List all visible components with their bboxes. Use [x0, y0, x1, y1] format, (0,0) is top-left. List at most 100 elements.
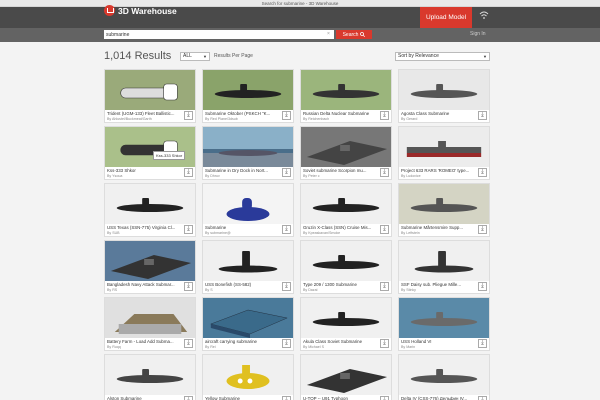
download-icon[interactable]: ⤓	[282, 396, 291, 400]
model-card[interactable]: Battery Farm - Load Add Subma... By Ruqq ⤓	[104, 297, 196, 351]
model-title[interactable]: USS Holland VI	[401, 339, 477, 344]
model-thumbnail[interactable]	[399, 355, 489, 395]
model-author[interactable]: By Gerard	[401, 117, 477, 121]
download-icon[interactable]: ⤓	[478, 225, 487, 234]
model-author[interactable]: By Reichenbach	[303, 117, 379, 121]
download-icon[interactable]: ⤓	[380, 282, 389, 291]
download-icon[interactable]: ⤓	[380, 339, 389, 348]
download-icon[interactable]: ⤓	[282, 225, 291, 234]
download-icon[interactable]: ⤓	[282, 339, 291, 348]
download-icon[interactable]: ⤓	[478, 168, 487, 177]
model-thumbnail[interactable]	[203, 127, 293, 167]
sort-select[interactable]: Sort by Relevance ▼	[395, 52, 490, 61]
model-title[interactable]: USS Texas (SSN-775) Virginia Cl...	[107, 225, 183, 230]
model-thumbnail[interactable]	[203, 355, 293, 395]
download-icon[interactable]: ⤓	[380, 111, 389, 120]
model-title[interactable]: Akula Class Soviet Submarine	[303, 339, 379, 344]
download-icon[interactable]: ⤓	[478, 111, 487, 120]
model-title[interactable]: SSF Daisy sub. Pliegue Mille...	[401, 282, 477, 287]
model-card[interactable]: Akula Class Soviet Submarine By Michael S…	[300, 297, 392, 351]
model-author[interactable]: By Ahlustel/Buckmeat/Garth	[107, 117, 183, 121]
model-title[interactable]: Submarine in Dry Dock in Nort...	[205, 168, 281, 173]
download-icon[interactable]: ⤓	[478, 282, 487, 291]
model-thumbnail[interactable]	[105, 241, 195, 281]
model-author[interactable]: By Michael S	[303, 345, 379, 349]
model-thumbnail[interactable]	[399, 70, 489, 110]
model-title[interactable]: Submarine	[205, 225, 281, 230]
model-card[interactable]: Trident (UGM-133) Fleet Ballistic... By A…	[104, 69, 196, 123]
model-thumbnail[interactable]	[105, 355, 195, 395]
model-card[interactable]: USS Holland VI By Marin ⤓	[398, 297, 490, 351]
model-thumbnail[interactable]	[301, 241, 391, 281]
model-title[interactable]: Type 209 / 1300 Submarine	[303, 282, 379, 287]
model-card[interactable]: USS Bonefish (SS-582) By S ⤓	[202, 240, 294, 294]
sign-in-link[interactable]: Sign In	[470, 30, 486, 39]
site-logo[interactable]: 3D Warehouse	[104, 4, 177, 17]
search-button[interactable]: Search	[336, 30, 372, 39]
model-thumbnail[interactable]	[399, 127, 489, 167]
download-icon[interactable]: ⤓	[184, 225, 193, 234]
model-card[interactable]: USS Texas (SSN-775) Virginia Cl... By SUB…	[104, 183, 196, 237]
download-icon[interactable]: ⤓	[380, 168, 389, 177]
model-title[interactable]: Russian Delta Nuclear Submarine	[303, 111, 379, 116]
model-author[interactable]: By Ysoua	[107, 174, 183, 178]
model-title[interactable]: Delta IV (CSS-776) Дельфин IV...	[401, 396, 477, 400]
model-title[interactable]: Gruzin X-Class (SSN) Cruise Mis...	[303, 225, 379, 230]
model-title[interactable]: Trident (UGM-133) Fleet Ballistic...	[107, 111, 183, 116]
model-author[interactable]: By Peter c	[303, 174, 379, 178]
model-card[interactable]: Delta IV (CSS-776) Дельфин IV...By Thea⤓	[398, 354, 490, 400]
model-card[interactable]: Gruzin X-Class (SSN) Cruise Mis... By Kpe…	[300, 183, 392, 237]
model-thumbnail[interactable]	[203, 241, 293, 281]
model-card[interactable]: Alston SubmarineBy Tycoon2⤓	[104, 354, 196, 400]
model-card[interactable]: aircraft carrying submarine By Rei ⤓	[202, 297, 294, 351]
download-icon[interactable]: ⤓	[478, 396, 487, 400]
model-card[interactable]: Project 633 RARS 'ROMEO' type... By Ludov…	[398, 126, 490, 180]
model-card[interactable]: Kss-333 Shkor Kss-333 Shkor By Ysoua ⤓	[104, 126, 196, 180]
model-card[interactable]: SSF Daisy sub. Pliegue Mille... By Stinky…	[398, 240, 490, 294]
model-author[interactable]: By Rei	[205, 345, 281, 349]
model-thumbnail[interactable]	[203, 298, 293, 338]
model-author[interactable]: By Red Plane/3dsub	[205, 117, 281, 121]
model-title[interactable]: Yellow Submarine	[205, 396, 281, 400]
download-icon[interactable]: ⤓	[184, 396, 193, 400]
model-title[interactable]: Alston Submarine	[107, 396, 183, 400]
model-author[interactable]: By Ludovice	[401, 174, 477, 178]
clear-search-icon[interactable]: ×	[327, 30, 335, 39]
model-author[interactable]: By Kpeaskavan/Smoke	[303, 231, 379, 235]
model-title[interactable]: USS Bonefish (SS-582)	[205, 282, 281, 287]
model-author[interactable]: By Dazai	[303, 288, 379, 292]
model-card[interactable]: Submarine By submarine@ ⤓	[202, 183, 294, 237]
download-icon[interactable]: ⤓	[380, 396, 389, 400]
model-author[interactable]: By Ruqq	[107, 345, 183, 349]
model-card[interactable]: Soviet submarine Scorpion mu... By Peter …	[300, 126, 392, 180]
model-title[interactable]: Project 633 RARS 'ROMEO' type...	[401, 168, 477, 173]
search-input[interactable]	[104, 30, 334, 39]
upload-model-button[interactable]: Upload Model	[420, 7, 472, 28]
model-card[interactable]: Submarine in Dry Dock in Nort... By Dhruv…	[202, 126, 294, 180]
model-author[interactable]: By Marin	[401, 345, 477, 349]
model-title[interactable]: aircraft carrying submarine	[205, 339, 281, 344]
model-card[interactable]: Yellow SubmarineBy Joko⤓	[202, 354, 294, 400]
model-card[interactable]: Bangladesh Navy Attack Submar... By RS ⤓	[104, 240, 196, 294]
model-thumbnail[interactable]	[301, 184, 391, 224]
model-card[interactable]: Agosta Class Submarine By Gerard ⤓	[398, 69, 490, 123]
download-icon[interactable]: ⤓	[184, 339, 193, 348]
model-card[interactable]: Submarine Oktober (PSKCH "K... By Red Pla…	[202, 69, 294, 123]
model-thumbnail[interactable]	[301, 355, 391, 395]
model-author[interactable]: By SUB	[107, 231, 183, 235]
model-title[interactable]: Battery Farm - Load Add Subma...	[107, 339, 183, 344]
model-thumbnail[interactable]	[399, 184, 489, 224]
download-icon[interactable]: ⤓	[184, 282, 193, 291]
model-thumbnail[interactable]	[105, 127, 195, 167]
model-title[interactable]: Submarine Oktober (PSKCH "K...	[205, 111, 281, 116]
wifi-icon[interactable]	[478, 11, 490, 23]
download-icon[interactable]: ⤓	[282, 168, 291, 177]
model-card[interactable]: Type 209 / 1300 Submarine By Dazai ⤓	[300, 240, 392, 294]
model-card[interactable]: U-TOP -- U91 TyphoonBy MusterMint⤓	[300, 354, 392, 400]
results-per-page-select[interactable]: ALL ▼	[180, 52, 210, 61]
model-thumbnail[interactable]	[105, 70, 195, 110]
model-author[interactable]: By Dhruv	[205, 174, 281, 178]
model-thumbnail[interactable]	[105, 184, 195, 224]
model-thumbnail[interactable]	[105, 298, 195, 338]
model-title[interactable]: U-TOP -- U91 Typhoon	[303, 396, 379, 400]
